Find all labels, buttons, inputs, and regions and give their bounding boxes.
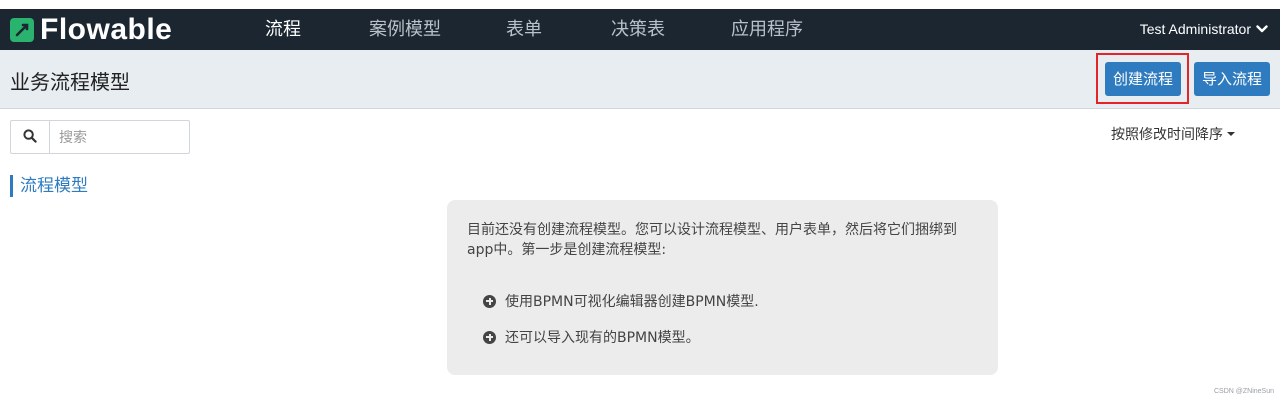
sort-dropdown[interactable]: 按照修改时间降序 <box>1111 124 1235 144</box>
search-button[interactable] <box>11 121 50 153</box>
logo-text: Flowable <box>40 13 173 46</box>
top-strip <box>0 0 1280 9</box>
search-input[interactable] <box>57 127 181 149</box>
page-header: 业务流程模型 创建流程 导入流程 <box>0 50 1280 109</box>
empty-state-item: 还可以导入现有的BPMN模型。 <box>483 327 700 347</box>
empty-state-intro: 目前还没有创建流程模型。您可以设计流程模型、用户表单，然后将它们捆绑到app中。… <box>467 222 957 258</box>
empty-state-item: 使用BPMN可视化编辑器创建BPMN模型. <box>483 291 759 311</box>
search-box <box>10 120 190 154</box>
app-logo[interactable]: Flowable <box>10 15 172 45</box>
flowable-logo-icon <box>10 18 34 42</box>
empty-state-item-text: 使用BPMN可视化编辑器创建BPMN模型. <box>505 294 759 310</box>
page-title: 业务流程模型 <box>10 70 130 94</box>
annotation-highlight-box <box>1096 53 1189 104</box>
nav-item-apps[interactable]: 应用程序 <box>731 9 803 50</box>
nav-item-case-models[interactable]: 案例模型 <box>369 9 441 50</box>
empty-state-panel: 目前还没有创建流程模型。您可以设计流程模型、用户表单，然后将它们捆绑到app中。… <box>447 200 998 375</box>
top-navbar: Flowable 流程 案例模型 表单 决策表 应用程序 Test Admini… <box>0 9 1280 50</box>
user-name: Test Administrator <box>1139 21 1251 37</box>
nav-item-forms[interactable]: 表单 <box>506 9 542 50</box>
import-process-button[interactable]: 导入流程 <box>1194 62 1271 96</box>
empty-state-item-text: 还可以导入现有的BPMN模型。 <box>505 330 700 346</box>
search-icon <box>23 128 37 147</box>
nav-item-process[interactable]: 流程 <box>265 9 301 50</box>
caret-down-icon <box>1227 132 1235 136</box>
chevron-down-icon <box>1256 9 1268 50</box>
user-menu[interactable]: Test Administrator <box>1140 9 1268 50</box>
section-title: 流程模型 <box>10 175 88 197</box>
nav-item-decision-tables[interactable]: 决策表 <box>611 9 665 50</box>
plus-circle-icon <box>483 294 496 308</box>
sort-label: 按照修改时间降序 <box>1111 127 1223 143</box>
plus-circle-icon <box>483 330 496 344</box>
watermark: CSDN @ZNineSun <box>1213 388 1274 395</box>
